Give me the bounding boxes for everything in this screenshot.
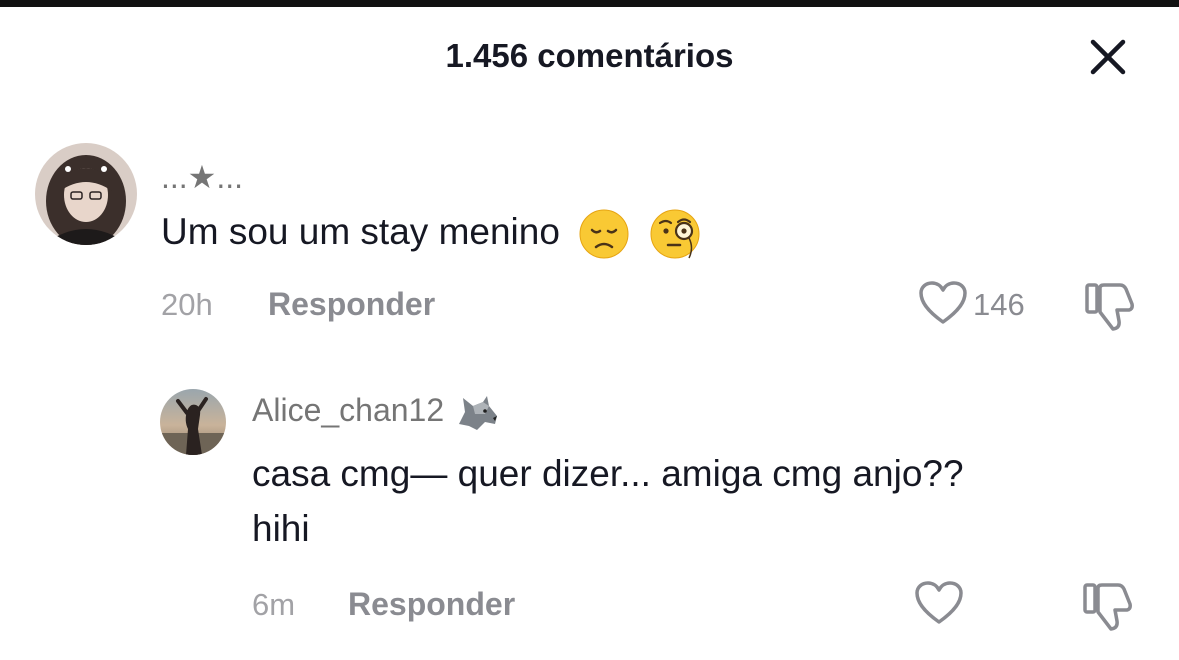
avatar[interactable] — [35, 143, 137, 245]
comment-text-content: Um sou um stay menino — [161, 211, 560, 252]
like-count: 146 — [973, 287, 1025, 322]
thumbs-down-icon — [1085, 283, 1134, 331]
reply-text: casa cmg— quer dizer... amiga cmg anjo??… — [252, 446, 1152, 556]
heart-outline-icon — [915, 581, 963, 624]
comment-username[interactable]: ...★... — [161, 158, 243, 196]
avatar[interactable] — [160, 389, 226, 455]
reply-username-text: Alice_chan12 — [252, 392, 445, 428]
thumbs-down-icon — [1083, 583, 1132, 631]
like-button[interactable] — [914, 580, 964, 631]
close-button[interactable] — [1088, 37, 1128, 77]
dislike-button[interactable] — [1081, 582, 1133, 637]
comment-text: Um sou um stay menino — [161, 204, 701, 260]
face-with-monocle-emoji — [649, 208, 701, 260]
comment-timestamp: 20h — [161, 287, 213, 322]
top-border — [0, 0, 1179, 7]
comments-count-title: 1.456 comentários — [445, 37, 734, 74]
reply-text-line-2: hihi — [252, 508, 310, 549]
reply-button[interactable]: Responder — [348, 586, 515, 623]
reply-timestamp: 6m — [252, 587, 296, 622]
wolf-emoji — [455, 394, 499, 432]
like-button[interactable] — [918, 280, 968, 331]
close-icon — [1090, 39, 1126, 75]
comments-header: 1.456 comentários — [0, 7, 1179, 107]
heart-outline-icon — [919, 281, 967, 324]
reply-username[interactable]: Alice_chan12 — [252, 392, 499, 432]
reply-button[interactable]: Responder — [268, 286, 435, 323]
comments-panel: 1.456 comentários ...★... Um sou um stay… — [0, 0, 1179, 660]
dislike-button[interactable] — [1083, 282, 1135, 337]
disappointed-face-emoji — [578, 208, 630, 260]
reply-text-line-1: casa cmg— quer dizer... amiga cmg anjo?? — [252, 453, 964, 494]
